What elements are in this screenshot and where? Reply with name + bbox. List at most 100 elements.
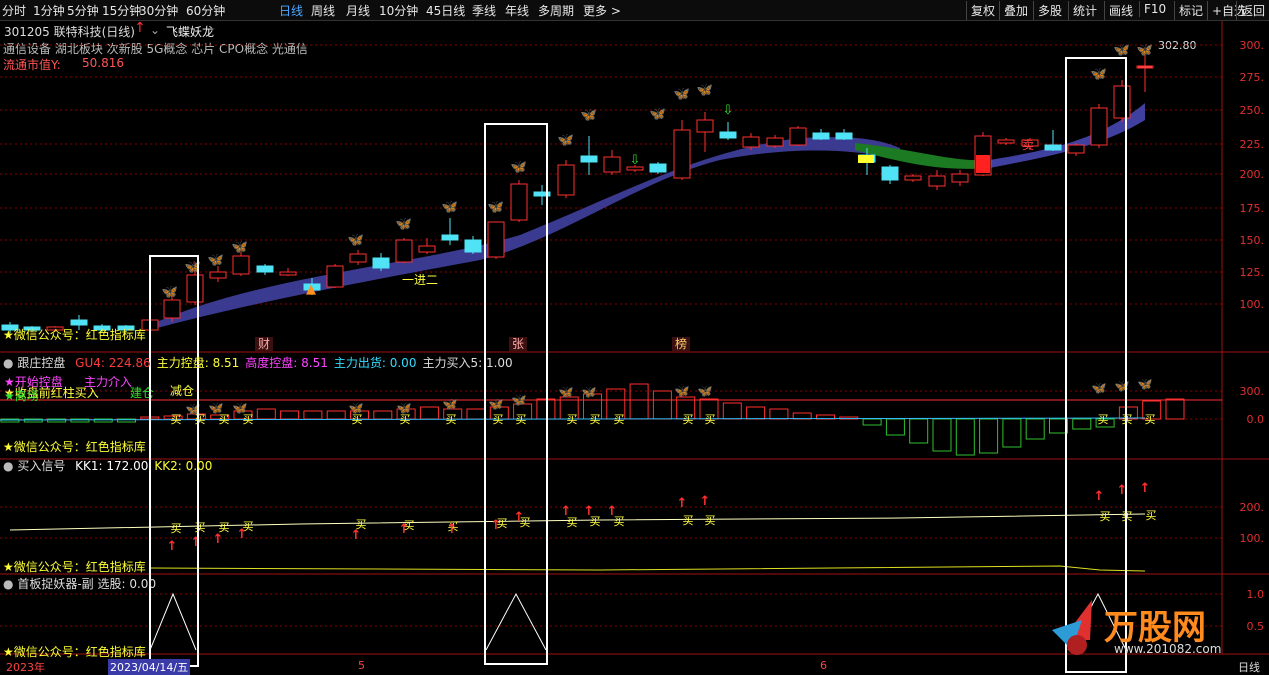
tool-button-1[interactable]: 叠加 — [999, 1, 1032, 20]
signal-triangle-1 — [485, 592, 547, 651]
p3-up-arrow-icon-3: ↑ — [237, 527, 248, 542]
watermark-logo: 万股网 www.201082.com — [1052, 600, 1262, 660]
star-icon: ★ — [3, 645, 14, 659]
candle-body-11 — [256, 265, 274, 273]
period-tab-2[interactable]: 5分钟 — [67, 2, 99, 19]
watermark-url: www.201082.com — [1114, 642, 1222, 656]
hist-bar-11 — [256, 408, 276, 420]
kline-chart[interactable]: 300. 275. 250. 225. 200. 175. 150. 125. 100. 300.… — [0, 21, 1269, 673]
hist-bar-32 — [746, 406, 766, 420]
tool-button-5[interactable]: F10 — [1139, 1, 1170, 17]
hist-bar-45 — [1049, 418, 1068, 434]
period-tab-1[interactable]: 1分钟 — [33, 2, 65, 19]
star-icon: ★ — [3, 560, 14, 574]
tool-button-2[interactable]: 多股 — [1033, 1, 1066, 20]
tool-button-3[interactable]: 统计 — [1068, 1, 1101, 20]
period-tab-9[interactable]: 10分钟 — [379, 2, 418, 19]
period-tab-10[interactable]: 45日线 — [426, 2, 465, 19]
p2-butterfly-icon-12: 🦋 — [1092, 381, 1107, 395]
period-tab-6[interactable]: 日线 — [279, 2, 303, 19]
candle-body-34 — [789, 127, 807, 146]
p2-buy-1: 买 — [195, 413, 206, 426]
p2-text-4: ★离场 — [4, 388, 39, 403]
butterfly-icon-0: 🦋 — [162, 285, 178, 300]
candle-fill-yellow — [858, 155, 874, 163]
p2-buy-2: 买 — [219, 413, 230, 426]
period-tab-0[interactable]: 分时 — [2, 2, 26, 19]
tag-cai: 财 — [258, 337, 270, 351]
marker-sell: 卖 — [1022, 138, 1034, 152]
butterfly-icon-12: 🦋 — [674, 87, 690, 102]
candle-body-38 — [881, 166, 899, 181]
candle-body-35 — [812, 132, 830, 140]
period-tab-4[interactable]: 30分钟 — [139, 2, 178, 19]
candle-body-31 — [719, 131, 737, 139]
indicator-value-2: 高度控盘: 8.51 — [245, 356, 328, 370]
period-tab-12[interactable]: 年线 — [505, 2, 529, 19]
butterfly-icon-16: 🦋 — [1137, 43, 1153, 58]
tool-button-0[interactable]: 复权 — [966, 1, 999, 20]
candle-body-47 — [1090, 107, 1108, 146]
axis-label-main-4: 200. — [1240, 168, 1265, 181]
panel3-circle-icon: ● — [3, 459, 14, 473]
p2-buy-13: 买 — [705, 413, 716, 426]
butterfly-icon-3: 🦋 — [232, 240, 248, 255]
p2-buy-7: 买 — [493, 413, 504, 426]
candle-body-10 — [232, 255, 250, 275]
candle-body-29 — [673, 129, 691, 179]
period-tab-8[interactable]: 月线 — [346, 2, 370, 19]
panel4-value: 0.00 — [129, 577, 157, 591]
period-tab-7[interactable]: 周线 — [311, 2, 335, 19]
axis-month-5: 5 — [358, 659, 365, 672]
axis-label-main-3: 225. — [1240, 138, 1265, 151]
p2-buy-14: 买 — [1098, 413, 1109, 426]
indicator-value-0: KK1: 172.00 — [75, 459, 149, 473]
tool-button-4[interactable]: 画线 — [1104, 1, 1137, 20]
period-tab-11[interactable]: 季线 — [472, 2, 496, 19]
p3-buy-1: 买 — [195, 521, 206, 534]
candle-body-45 — [1044, 144, 1062, 151]
tool-button-6[interactable]: 标记 — [1174, 1, 1207, 20]
candle-body-17 — [395, 239, 413, 263]
period-tab-14[interactable]: 更多 > — [583, 2, 621, 19]
p2-buy-3: 买 — [243, 413, 254, 426]
panel2-title: 跟庄控盘 — [17, 356, 66, 370]
candle-body-46 — [1067, 144, 1085, 154]
panel1-wechat: ★微信公众号：红色指标库 — [3, 328, 146, 342]
butterfly-icon-8: 🦋 — [511, 160, 527, 175]
p3-up-arrow-icon-13: ↑ — [700, 494, 711, 509]
p3-up-arrow-icon-1: ↑ — [191, 535, 202, 550]
axis-label-p2-1: 0.0 — [1247, 413, 1265, 426]
p2-buy-11: 买 — [614, 413, 625, 426]
hist-bar-46 — [1072, 418, 1092, 430]
p3-buy-14: 买 — [1100, 510, 1111, 523]
period-tab-5[interactable]: 60分钟 — [186, 2, 225, 19]
period-tab-13[interactable]: 多周期 — [538, 2, 574, 19]
indicator-value-0: GU4: 224.86 — [75, 356, 151, 370]
p3-up-arrow-icon-10: ↑ — [584, 504, 595, 519]
hist-bar-20 — [466, 408, 486, 420]
candle-body-25 — [580, 155, 598, 163]
butterfly-icon-9: 🦋 — [558, 133, 574, 148]
down-arrow-icon-1: ⇩ — [723, 103, 734, 118]
hist-bar-39 — [909, 418, 929, 444]
period-tab-3[interactable]: 15分钟 — [102, 2, 141, 19]
candle-body-39 — [904, 175, 922, 181]
p3-up-arrow-icon-0: ↑ — [167, 539, 178, 554]
hist-bar-41 — [955, 418, 975, 456]
p2-butterfly-icon-14: 🦋 — [1138, 377, 1153, 391]
tool-button-8[interactable]: 返回 — [1236, 1, 1269, 20]
axis-label-main-6: 150. — [1240, 234, 1265, 247]
p2-buy-6: 买 — [446, 413, 457, 426]
candle-body-36 — [835, 132, 853, 140]
hist-bar-43 — [1002, 418, 1022, 448]
panel3-wechat: ★微信公众号：红色指标库 — [3, 440, 146, 454]
candle-body-12 — [279, 271, 297, 276]
butterfly-icon-7: 🦋 — [488, 200, 504, 215]
candle-body-21 — [487, 221, 505, 258]
axis-label-main-1: 275. — [1240, 71, 1265, 84]
butterfly-icon-10: 🦋 — [581, 108, 597, 123]
p2-buy-8: 买 — [516, 413, 527, 426]
panel5-wechat: ★微信公众号：红色指标库 — [3, 645, 146, 659]
butterfly-icon-2: 🦋 — [208, 253, 224, 268]
